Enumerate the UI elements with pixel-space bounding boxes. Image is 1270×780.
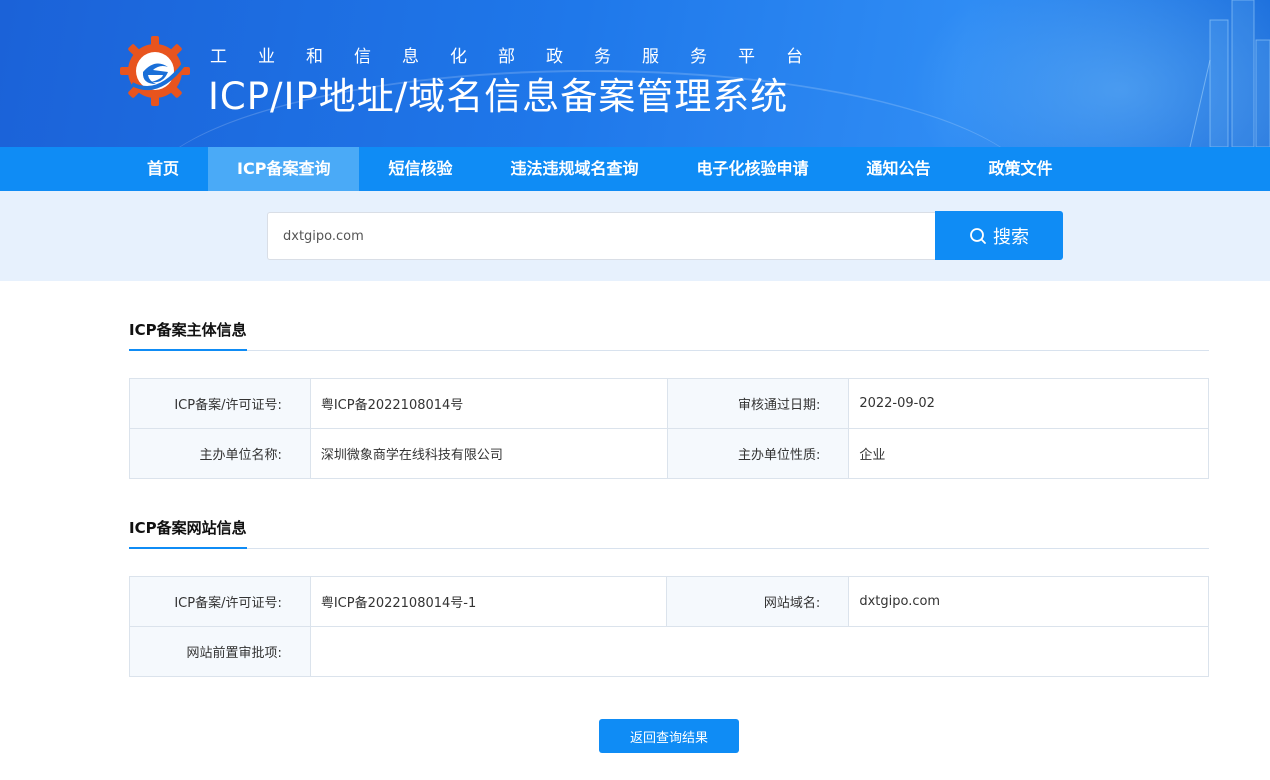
- nav-item-illegal-domain-query[interactable]: 违法违规域名查询: [481, 147, 667, 191]
- nav-item-e-verify-apply[interactable]: 电子化核验申请: [667, 147, 837, 191]
- nav-item-notices[interactable]: 通知公告: [838, 147, 960, 191]
- header-banner: 工业和信息化部政务服务平台 ICP/IP地址/域名信息备案管理系统: [0, 0, 1270, 147]
- organizer-name-value: 深圳微象商学在线科技有限公司: [309, 428, 668, 479]
- site-domain-value: dxtgipo.com: [848, 576, 1209, 627]
- organizer-name-label: 主办单位名称:: [129, 428, 311, 479]
- search-band: 搜索: [0, 191, 1270, 281]
- nav-item-home[interactable]: 首页: [118, 147, 208, 191]
- search-button-label: 搜索: [993, 226, 1029, 248]
- license-number-label: ICP备案/许可证号:: [129, 378, 311, 429]
- approval-date-label: 审核通过日期:: [666, 378, 850, 429]
- organizer-type-value: 企业: [848, 428, 1209, 479]
- miit-logo-icon: [120, 36, 190, 106]
- website-section-header: ICP备案网站信息: [129, 509, 1209, 549]
- system-title: ICP/IP地址/域名信息备案管理系统: [208, 75, 789, 118]
- nav-item-policy-docs[interactable]: 政策文件: [960, 147, 1082, 191]
- site-domain-label: 网站域名:: [666, 576, 850, 627]
- website-section-title: ICP备案网站信息: [129, 517, 247, 549]
- nav-item-sms-verify[interactable]: 短信核验: [359, 147, 481, 191]
- main-nav: 首页 ICP备案查询 短信核验 违法违规域名查询 电子化核验申请 通知公告 政策…: [0, 147, 1270, 191]
- table-row: ICP备案/许可证号: 粤ICP备2022108014号 审核通过日期: 202…: [129, 378, 1209, 429]
- pre-approval-label: 网站前置审批项:: [129, 626, 311, 677]
- platform-subtitle: 工业和信息化部政务服务平台: [210, 47, 834, 67]
- table-row: 网站前置审批项:: [129, 626, 1210, 677]
- subject-section-header: ICP备案主体信息: [129, 311, 1209, 351]
- city-skyline-decoration: [1189, 0, 1270, 147]
- license-number-value: 粤ICP备2022108014号: [309, 378, 668, 429]
- nav-item-icp-query[interactable]: ICP备案查询: [208, 147, 360, 191]
- search-button[interactable]: 搜索: [935, 211, 1063, 260]
- search-icon: [970, 227, 986, 244]
- table-row: ICP备案/许可证号: 粤ICP备2022108014号-1 网站域名: dxt…: [129, 576, 1209, 627]
- organizer-type-label: 主办单位性质:: [666, 428, 850, 479]
- subject-section-title: ICP备案主体信息: [129, 319, 247, 351]
- search-input[interactable]: [267, 212, 935, 260]
- approval-date-value: 2022-09-02: [848, 378, 1209, 429]
- website-info-table: ICP备案/许可证号: 粤ICP备2022108014号-1 网站域名: dxt…: [129, 576, 1210, 677]
- pre-approval-value: [309, 626, 1210, 677]
- back-to-results-button[interactable]: 返回查询结果: [599, 719, 739, 753]
- subject-info-table: ICP备案/许可证号: 粤ICP备2022108014号 审核通过日期: 202…: [129, 378, 1209, 479]
- site-license-number-label: ICP备案/许可证号:: [129, 576, 311, 627]
- table-row: 主办单位名称: 深圳微象商学在线科技有限公司 主办单位性质: 企业: [129, 428, 1209, 479]
- site-license-number-value: 粤ICP备2022108014号-1: [309, 576, 668, 627]
